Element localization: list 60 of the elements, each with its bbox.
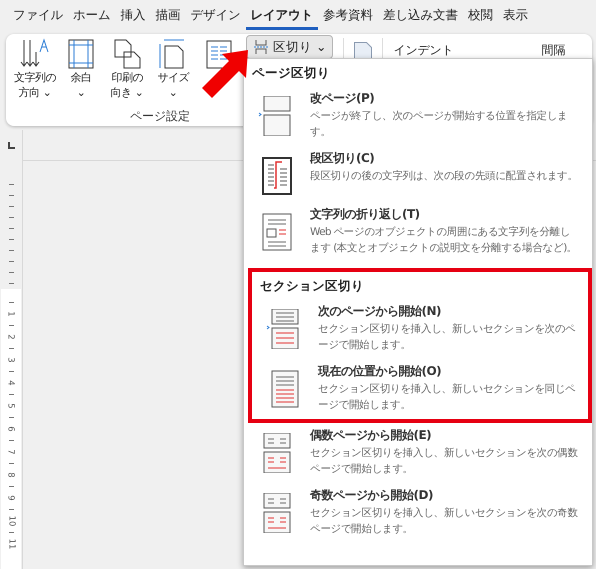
ribbon-tab[interactable]: レイアウト bbox=[246, 0, 318, 30]
menu-item-title: 現在の位置から開始(O) bbox=[318, 363, 442, 380]
menu-item-description: セクション区切りを挿入し、新しいセクションを次の偶数ページで開始します。 bbox=[310, 446, 579, 477]
tab-stop-icon bbox=[8, 142, 14, 149]
section-header: セクション区切り bbox=[259, 277, 365, 295]
ribbon-tab[interactable]: デザイン bbox=[186, 0, 246, 30]
ruler-number: 9 bbox=[6, 495, 16, 501]
menu-item-title: 奇数ページから開始(D) bbox=[310, 487, 434, 504]
breaks-button[interactable]: 区切り ⌄ bbox=[246, 35, 334, 59]
menu-item-description: Web ページのオブジェクトの周囲にある文字列を分離します (本文とオブジェクトの説明文を分離する場合など)。 bbox=[310, 225, 578, 256]
ruler-number: 7 bbox=[6, 449, 16, 455]
ribbon-tab[interactable]: 表示 bbox=[498, 0, 533, 30]
menu-item-title: 文字列の折り返し(T) bbox=[310, 206, 421, 223]
ribbon-tab[interactable]: 校閲 bbox=[463, 0, 498, 30]
ruler-number: 11 bbox=[6, 538, 16, 550]
menu-item-description: セクション区切りを挿入し、新しいセクションを次の奇数ページで開始します。 bbox=[310, 506, 579, 537]
section-header: ページ区切り bbox=[251, 64, 331, 82]
spacing-label: 間隔 bbox=[541, 42, 566, 59]
ribbon-tab[interactable]: 挿入 bbox=[116, 0, 150, 30]
menu-item[interactable]: 文字列の折り返し(T) Web ページのオブジェクトの周囲にある文字列を分離します (本文とオブジェクトの説明文を分離する場合など)。 bbox=[244, 202, 592, 262]
ribbon-tab[interactable]: 差し込み文書 bbox=[378, 0, 463, 30]
ribbon-button-label[interactable]: 文字列の bbox=[14, 70, 56, 85]
menu-item-title: 偶数ページから開始(E) bbox=[310, 427, 432, 444]
orientation-icon bbox=[112, 38, 142, 70]
ribbon-tab[interactable]: ホーム bbox=[68, 0, 116, 30]
indent-label: インデント bbox=[393, 42, 454, 59]
ruler-number: 8 bbox=[6, 472, 16, 478]
ribbon-button-label[interactable]: 方向 ⌄ bbox=[18, 85, 52, 100]
menu-item-description: セクション区切りを挿入し、新しいセクションを同じページで開始します。 bbox=[318, 382, 577, 413]
menu-item[interactable]: 奇数ページから開始(D) セクション区切りを挿入し、新しいセクションを次の奇数ページで開始します。 bbox=[244, 483, 592, 543]
menu-item-title: 段区切り(C) bbox=[310, 150, 376, 167]
ruler-number: 3 bbox=[6, 357, 16, 363]
menu-item-title: 次のページから開始(N) bbox=[318, 303, 442, 320]
menu-item-description: 段区切りの後の文字列は、次の段の先頭に配置されます。 bbox=[310, 169, 579, 184]
ribbon-button-label[interactable]: ⌄ bbox=[168, 85, 178, 100]
ruler-number: 4 bbox=[6, 380, 16, 386]
ribbon-button-label[interactable]: 印刷の bbox=[111, 70, 143, 85]
ribbon-tab[interactable]: 描画 bbox=[150, 0, 186, 30]
ribbon-button-label[interactable]: 向き ⌄ bbox=[110, 85, 144, 100]
breaks-icon bbox=[253, 39, 269, 55]
ruler-number: 5 bbox=[6, 403, 16, 409]
ribbon-tab[interactable]: ファイル bbox=[8, 0, 68, 30]
ruler-number: 1 bbox=[6, 311, 16, 317]
menu-item-title: 改ページ(P) bbox=[310, 90, 376, 107]
ruler-number: 2 bbox=[6, 334, 16, 340]
margins-icon bbox=[66, 38, 96, 70]
menu-item[interactable]: 偶数ページから開始(E) セクション区切りを挿入し、新しいセクションを次の偶数ページで開始します。 bbox=[244, 423, 592, 483]
menu-item-description: セクション区切りを挿入し、新しいセクションを次のページで開始します。 bbox=[318, 322, 577, 353]
ribbon-tab[interactable]: 参考資料 bbox=[318, 0, 378, 30]
ribbon-button-label[interactable]: 余白 bbox=[70, 70, 92, 85]
menu-item[interactable]: 現在の位置から開始(O) セクション区切りを挿入し、新しいセクションを同じページで開始します。 bbox=[252, 359, 588, 419]
menu-item[interactable]: 次のページから開始(N) セクション区切りを挿入し、新しいセクションを次のページで開始します。 bbox=[252, 299, 588, 359]
ruler-number: 10 bbox=[6, 516, 16, 526]
ribbon-button-label[interactable]: サイズ bbox=[157, 70, 189, 85]
ribbon-button-label[interactable]: ⌄ bbox=[76, 85, 86, 100]
menu-item-description: ページが終了し、次のページが開始する位置を指定します。 bbox=[310, 109, 569, 140]
group-label: ページ設定 bbox=[130, 108, 190, 125]
menu-item[interactable]: 改ページ(P) ページが終了し、次のページが開始する位置を指定します。 bbox=[244, 86, 592, 146]
menu-item[interactable]: 段区切り(C) 段区切りの後の文字列は、次の段の先頭に配置されます。 bbox=[244, 146, 592, 202]
ruler-number: 6 bbox=[6, 426, 16, 432]
